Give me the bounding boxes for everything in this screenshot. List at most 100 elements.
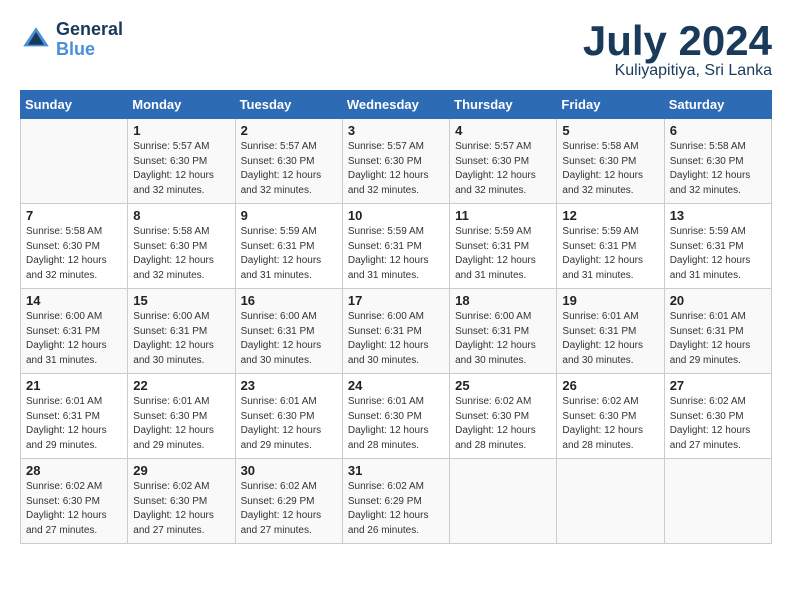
- day-info: Sunrise: 6:01 AM Sunset: 6:30 PM Dayligh…: [348, 395, 444, 453]
- calendar-day-cell: 13 Sunrise: 5:59 AM Sunset: 6:31 PM Dayli…: [664, 204, 771, 289]
- logo-text: General Blue: [56, 20, 123, 60]
- calendar-day-cell: 15 Sunrise: 6:00 AM Sunset: 6:31 PM Dayli…: [128, 289, 235, 374]
- calendar-day-cell: 2 Sunrise: 5:57 AM Sunset: 6:30 PM Daylig…: [235, 119, 342, 204]
- day-number: 15: [133, 293, 229, 308]
- calendar-day-cell: 31 Sunrise: 6:02 AM Sunset: 6:29 PM Dayli…: [342, 459, 449, 544]
- day-number: 27: [670, 378, 766, 393]
- calendar-day-cell: 8 Sunrise: 5:58 AM Sunset: 6:30 PM Daylig…: [128, 204, 235, 289]
- day-number: 13: [670, 208, 766, 223]
- day-number: 30: [241, 463, 337, 478]
- day-info: Sunrise: 5:58 AM Sunset: 6:30 PM Dayligh…: [26, 225, 122, 283]
- day-number: 22: [133, 378, 229, 393]
- day-info: Sunrise: 5:58 AM Sunset: 6:30 PM Dayligh…: [133, 225, 229, 283]
- calendar-header-cell: Friday: [557, 91, 664, 119]
- day-info: Sunrise: 6:02 AM Sunset: 6:30 PM Dayligh…: [455, 395, 551, 453]
- calendar-week-row: 1 Sunrise: 5:57 AM Sunset: 6:30 PM Daylig…: [21, 119, 772, 204]
- day-number: 4: [455, 123, 551, 138]
- day-number: 23: [241, 378, 337, 393]
- day-number: 21: [26, 378, 122, 393]
- calendar-table: SundayMondayTuesdayWednesdayThursdayFrid…: [20, 90, 772, 544]
- day-number: 19: [562, 293, 658, 308]
- calendar-day-cell: 12 Sunrise: 5:59 AM Sunset: 6:31 PM Dayli…: [557, 204, 664, 289]
- day-info: Sunrise: 6:02 AM Sunset: 6:30 PM Dayligh…: [26, 480, 122, 538]
- calendar-day-cell: 25 Sunrise: 6:02 AM Sunset: 6:30 PM Dayli…: [450, 374, 557, 459]
- calendar-day-cell: 4 Sunrise: 5:57 AM Sunset: 6:30 PM Daylig…: [450, 119, 557, 204]
- day-info: Sunrise: 5:59 AM Sunset: 6:31 PM Dayligh…: [562, 225, 658, 283]
- calendar-day-cell: [450, 459, 557, 544]
- calendar-day-cell: 29 Sunrise: 6:02 AM Sunset: 6:30 PM Dayli…: [128, 459, 235, 544]
- calendar-day-cell: 10 Sunrise: 5:59 AM Sunset: 6:31 PM Dayli…: [342, 204, 449, 289]
- day-number: 12: [562, 208, 658, 223]
- calendar-day-cell: 14Sunrise: 6:00 AM Sunset: 6:31 PM Dayli…: [21, 289, 128, 374]
- day-info: Sunrise: 5:59 AM Sunset: 6:31 PM Dayligh…: [670, 225, 766, 283]
- day-number: 16: [241, 293, 337, 308]
- day-number: 9: [241, 208, 337, 223]
- day-info: Sunrise: 6:02 AM Sunset: 6:29 PM Dayligh…: [348, 480, 444, 538]
- calendar-header-row: SundayMondayTuesdayWednesdayThursdayFrid…: [21, 91, 772, 119]
- location: Kuliyapitiya, Sri Lanka: [583, 62, 772, 80]
- calendar-header-cell: Monday: [128, 91, 235, 119]
- calendar-day-cell: 28 Sunrise: 6:02 AM Sunset: 6:30 PM Dayli…: [21, 459, 128, 544]
- calendar-day-cell: 27 Sunrise: 6:02 AM Sunset: 6:30 PM Dayli…: [664, 374, 771, 459]
- day-info: Sunrise: 5:59 AM Sunset: 6:31 PM Dayligh…: [348, 225, 444, 283]
- day-number: 24: [348, 378, 444, 393]
- calendar-day-cell: 5 Sunrise: 5:58 AM Sunset: 6:30 PM Daylig…: [557, 119, 664, 204]
- day-info: Sunrise: 6:00 AM Sunset: 6:31 PM Dayligh…: [241, 310, 337, 368]
- day-number: 10: [348, 208, 444, 223]
- day-number: 18: [455, 293, 551, 308]
- title-block: July 2024 Kuliyapitiya, Sri Lanka: [583, 20, 772, 80]
- day-info: Sunrise: 6:01 AM Sunset: 6:30 PM Dayligh…: [133, 395, 229, 453]
- calendar-day-cell: 11Sunrise: 5:59 AM Sunset: 6:31 PM Dayli…: [450, 204, 557, 289]
- day-number: 5: [562, 123, 658, 138]
- calendar-week-row: 28 Sunrise: 6:02 AM Sunset: 6:30 PM Dayli…: [21, 459, 772, 544]
- calendar-week-row: 7 Sunrise: 5:58 AM Sunset: 6:30 PM Daylig…: [21, 204, 772, 289]
- logo-icon: [20, 24, 52, 56]
- day-info: Sunrise: 6:01 AM Sunset: 6:30 PM Dayligh…: [241, 395, 337, 453]
- day-number: 7: [26, 208, 122, 223]
- month-title: July 2024: [583, 20, 772, 62]
- calendar-week-row: 21 Sunrise: 6:01 AM Sunset: 6:31 PM Dayli…: [21, 374, 772, 459]
- day-info: Sunrise: 6:00 AM Sunset: 6:31 PM Dayligh…: [133, 310, 229, 368]
- day-info: Sunrise: 6:01 AM Sunset: 6:31 PM Dayligh…: [562, 310, 658, 368]
- calendar-header-cell: Sunday: [21, 91, 128, 119]
- day-info: Sunrise: 5:59 AM Sunset: 6:31 PM Dayligh…: [241, 225, 337, 283]
- day-info: Sunrise: 6:02 AM Sunset: 6:30 PM Dayligh…: [562, 395, 658, 453]
- calendar-header-cell: Wednesday: [342, 91, 449, 119]
- day-number: 29: [133, 463, 229, 478]
- day-info: Sunrise: 5:57 AM Sunset: 6:30 PM Dayligh…: [133, 140, 229, 198]
- day-info: Sunrise: 5:59 AM Sunset: 6:31 PM Dayligh…: [455, 225, 551, 283]
- day-info: Sunrise: 6:02 AM Sunset: 6:30 PM Dayligh…: [133, 480, 229, 538]
- calendar-day-cell: 24 Sunrise: 6:01 AM Sunset: 6:30 PM Dayli…: [342, 374, 449, 459]
- calendar-day-cell: 20 Sunrise: 6:01 AM Sunset: 6:31 PM Dayli…: [664, 289, 771, 374]
- day-number: 25: [455, 378, 551, 393]
- day-info: Sunrise: 6:00 AM Sunset: 6:31 PM Dayligh…: [26, 310, 122, 368]
- day-number: 20: [670, 293, 766, 308]
- calendar-day-cell: 17Sunrise: 6:00 AM Sunset: 6:31 PM Dayli…: [342, 289, 449, 374]
- calendar-header-cell: Thursday: [450, 91, 557, 119]
- calendar-day-cell: 26Sunrise: 6:02 AM Sunset: 6:30 PM Dayli…: [557, 374, 664, 459]
- day-info: Sunrise: 5:58 AM Sunset: 6:30 PM Dayligh…: [670, 140, 766, 198]
- day-info: Sunrise: 6:02 AM Sunset: 6:29 PM Dayligh…: [241, 480, 337, 538]
- day-info: Sunrise: 6:02 AM Sunset: 6:30 PM Dayligh…: [670, 395, 766, 453]
- calendar-day-cell: [664, 459, 771, 544]
- day-number: 28: [26, 463, 122, 478]
- day-number: 2: [241, 123, 337, 138]
- day-number: 3: [348, 123, 444, 138]
- calendar-day-cell: 1 Sunrise: 5:57 AM Sunset: 6:30 PM Daylig…: [128, 119, 235, 204]
- calendar-day-cell: 18 Sunrise: 6:00 AM Sunset: 6:31 PM Dayli…: [450, 289, 557, 374]
- day-info: Sunrise: 6:01 AM Sunset: 6:31 PM Dayligh…: [26, 395, 122, 453]
- day-info: Sunrise: 6:01 AM Sunset: 6:31 PM Dayligh…: [670, 310, 766, 368]
- day-number: 1: [133, 123, 229, 138]
- calendar-day-cell: 21 Sunrise: 6:01 AM Sunset: 6:31 PM Dayli…: [21, 374, 128, 459]
- day-info: Sunrise: 6:00 AM Sunset: 6:31 PM Dayligh…: [455, 310, 551, 368]
- page-header: General Blue July 2024 Kuliyapitiya, Sri…: [20, 20, 772, 80]
- day-info: Sunrise: 5:57 AM Sunset: 6:30 PM Dayligh…: [241, 140, 337, 198]
- day-number: 31: [348, 463, 444, 478]
- calendar-day-cell: [557, 459, 664, 544]
- calendar-header-cell: Tuesday: [235, 91, 342, 119]
- day-info: Sunrise: 5:57 AM Sunset: 6:30 PM Dayligh…: [455, 140, 551, 198]
- calendar-day-cell: 9 Sunrise: 5:59 AM Sunset: 6:31 PM Daylig…: [235, 204, 342, 289]
- day-info: Sunrise: 5:58 AM Sunset: 6:30 PM Dayligh…: [562, 140, 658, 198]
- calendar-day-cell: [21, 119, 128, 204]
- day-number: 8: [133, 208, 229, 223]
